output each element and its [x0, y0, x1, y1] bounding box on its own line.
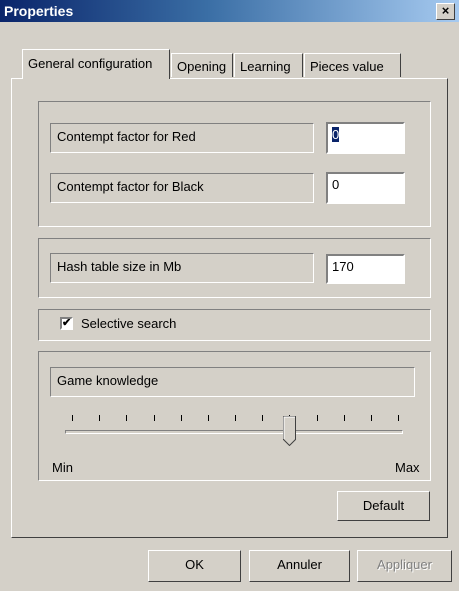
slider-min-label: Min	[52, 460, 73, 475]
game-knowledge-label: Game knowledge	[50, 367, 415, 397]
slider-max-label: Max	[395, 460, 420, 475]
slider-tick	[370, 415, 372, 421]
tab-pieces-value[interactable]: Pieces value	[304, 53, 401, 77]
contempt-black-field[interactable]: 0	[326, 172, 405, 204]
slider-tick	[207, 415, 209, 421]
selective-search-checkbox[interactable]: ✔	[60, 317, 73, 330]
default-button[interactable]: Default	[337, 491, 430, 521]
cancel-button[interactable]: Annuler	[249, 550, 350, 582]
close-icon[interactable]: ×	[442, 3, 450, 18]
tab-learning[interactable]: Learning	[234, 53, 303, 77]
contempt-group	[38, 101, 431, 227]
tab-opening[interactable]: Opening	[171, 53, 233, 77]
window-title: Properties	[4, 3, 74, 19]
hash-size-value[interactable]: 170	[332, 259, 354, 274]
contempt-red-label: Contempt factor for Red	[50, 123, 314, 153]
slider-thumb[interactable]	[283, 416, 297, 446]
contempt-black-value[interactable]: 0	[332, 177, 339, 192]
ok-button[interactable]: OK	[148, 550, 241, 582]
slider-tick	[153, 415, 155, 421]
selective-search-label[interactable]: Selective search	[81, 316, 176, 331]
slider-tick	[398, 415, 399, 421]
apply-button[interactable]: Appliquer	[357, 550, 452, 582]
slider-tick	[262, 415, 264, 421]
close-button[interactable]: ×	[436, 3, 455, 20]
slider-groove[interactable]	[65, 430, 403, 434]
contempt-red-value[interactable]: 0	[332, 127, 340, 142]
slider-tick	[180, 415, 182, 421]
slider-tick	[72, 415, 73, 421]
contempt-black-label: Contempt factor for Black	[50, 173, 314, 203]
hash-size-field[interactable]: 170	[326, 254, 405, 284]
slider-tick	[343, 415, 345, 421]
contempt-red-field[interactable]: 0	[326, 122, 405, 154]
tab-general-configuration[interactable]: General configuration	[22, 49, 170, 79]
slider-tick	[316, 415, 318, 421]
slider-tick	[126, 415, 128, 421]
slider-tick	[99, 415, 101, 421]
slider-tick	[235, 415, 236, 421]
hash-size-label: Hash table size in Mb	[50, 253, 314, 283]
